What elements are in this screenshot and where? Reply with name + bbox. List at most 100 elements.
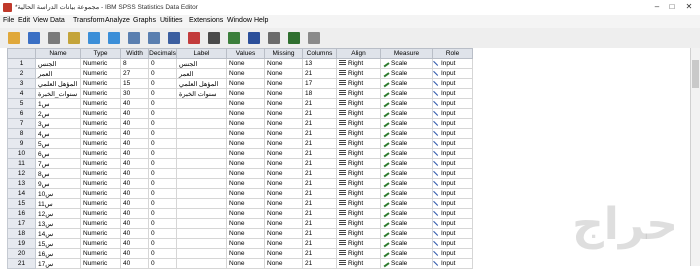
align-cell[interactable]: Right bbox=[336, 258, 381, 269]
columns-cell[interactable]: 21 bbox=[302, 188, 337, 199]
column-header-align[interactable]: Align bbox=[336, 48, 381, 59]
menu-extensions[interactable]: Extensions bbox=[189, 17, 223, 24]
save-icon[interactable] bbox=[26, 30, 42, 46]
name-cell[interactable]: المؤهل العلمي bbox=[35, 78, 81, 89]
row-number-cell[interactable]: 1 bbox=[7, 58, 36, 69]
width-cell[interactable]: 40 bbox=[120, 118, 149, 129]
row-number-cell[interactable]: 21 bbox=[7, 258, 36, 269]
name-cell[interactable]: س16 bbox=[35, 248, 81, 259]
decimals-cell[interactable]: 0 bbox=[148, 208, 177, 219]
role-cell[interactable]: Input bbox=[432, 218, 473, 229]
values-cell[interactable]: None bbox=[226, 248, 265, 259]
name-cell[interactable]: س14 bbox=[35, 228, 81, 239]
type-cell[interactable]: Numeric bbox=[80, 78, 121, 89]
name-cell[interactable]: س5 bbox=[35, 138, 81, 149]
missing-cell[interactable]: None bbox=[264, 88, 303, 99]
decimals-cell[interactable]: 0 bbox=[148, 258, 177, 269]
row-number-cell[interactable]: 4 bbox=[7, 88, 36, 99]
values-cell[interactable]: None bbox=[226, 108, 265, 119]
role-cell[interactable]: Input bbox=[432, 158, 473, 169]
close-button[interactable]: ✕ bbox=[684, 2, 694, 12]
align-cell[interactable]: Right bbox=[336, 68, 381, 79]
values-cell[interactable]: None bbox=[226, 78, 265, 89]
split-file-icon[interactable] bbox=[226, 30, 242, 46]
decimals-cell[interactable]: 0 bbox=[148, 238, 177, 249]
align-cell[interactable]: Right bbox=[336, 168, 381, 179]
row-number-cell[interactable]: 9 bbox=[7, 138, 36, 149]
scrollbar-thumb[interactable] bbox=[692, 60, 699, 88]
name-cell[interactable]: الجنس bbox=[35, 58, 81, 69]
values-cell[interactable]: None bbox=[226, 68, 265, 79]
row-number-cell[interactable]: 12 bbox=[7, 168, 36, 179]
width-cell[interactable]: 40 bbox=[120, 258, 149, 269]
column-header-label[interactable]: Label bbox=[176, 48, 227, 59]
values-cell[interactable]: None bbox=[226, 158, 265, 169]
row-number-cell[interactable]: 10 bbox=[7, 148, 36, 159]
role-cell[interactable]: Input bbox=[432, 238, 473, 249]
label-cell[interactable]: سنوات الخبرة bbox=[176, 88, 227, 99]
decimals-cell[interactable]: 0 bbox=[148, 148, 177, 159]
undo-icon[interactable] bbox=[86, 30, 102, 46]
align-cell[interactable]: Right bbox=[336, 98, 381, 109]
measure-cell[interactable]: Scale bbox=[380, 258, 433, 269]
row-number-cell[interactable]: 8 bbox=[7, 128, 36, 139]
type-cell[interactable]: Numeric bbox=[80, 68, 121, 79]
name-cell[interactable]: س2 bbox=[35, 108, 81, 119]
measure-cell[interactable]: Scale bbox=[380, 68, 433, 79]
row-number-cell[interactable]: 7 bbox=[7, 118, 36, 129]
columns-cell[interactable]: 17 bbox=[302, 78, 337, 89]
measure-cell[interactable]: Scale bbox=[380, 218, 433, 229]
columns-cell[interactable]: 21 bbox=[302, 68, 337, 79]
align-cell[interactable]: Right bbox=[336, 138, 381, 149]
missing-cell[interactable]: None bbox=[264, 98, 303, 109]
width-cell[interactable]: 40 bbox=[120, 248, 149, 259]
role-cell[interactable]: Input bbox=[432, 228, 473, 239]
menu-data[interactable]: Data bbox=[50, 17, 65, 24]
weight-cases-icon[interactable] bbox=[246, 30, 262, 46]
width-cell[interactable]: 40 bbox=[120, 198, 149, 209]
measure-cell[interactable]: Scale bbox=[380, 248, 433, 259]
label-cell[interactable] bbox=[176, 158, 227, 169]
select-cases-icon[interactable] bbox=[266, 30, 282, 46]
values-cell[interactable]: None bbox=[226, 148, 265, 159]
align-cell[interactable]: Right bbox=[336, 248, 381, 259]
missing-cell[interactable]: None bbox=[264, 198, 303, 209]
align-cell[interactable]: Right bbox=[336, 238, 381, 249]
type-cell[interactable]: Numeric bbox=[80, 258, 121, 269]
label-cell[interactable] bbox=[176, 168, 227, 179]
row-number-cell[interactable]: 5 bbox=[7, 98, 36, 109]
align-cell[interactable]: Right bbox=[336, 218, 381, 229]
row-number-cell[interactable]: 17 bbox=[7, 218, 36, 229]
column-header-values[interactable]: Values bbox=[226, 48, 265, 59]
align-cell[interactable]: Right bbox=[336, 188, 381, 199]
menu-edit[interactable]: Edit bbox=[18, 17, 30, 24]
missing-cell[interactable]: None bbox=[264, 108, 303, 119]
values-cell[interactable]: None bbox=[226, 98, 265, 109]
label-cell[interactable] bbox=[176, 258, 227, 269]
type-cell[interactable]: Numeric bbox=[80, 118, 121, 129]
menu-graphs[interactable]: Graphs bbox=[133, 17, 156, 24]
variables-icon[interactable] bbox=[166, 30, 182, 46]
type-cell[interactable]: Numeric bbox=[80, 208, 121, 219]
align-cell[interactable]: Right bbox=[336, 128, 381, 139]
type-cell[interactable]: Numeric bbox=[80, 228, 121, 239]
values-cell[interactable]: None bbox=[226, 228, 265, 239]
label-cell[interactable] bbox=[176, 148, 227, 159]
decimals-cell[interactable]: 0 bbox=[148, 138, 177, 149]
values-cell[interactable]: None bbox=[226, 118, 265, 129]
values-cell[interactable]: None bbox=[226, 168, 265, 179]
name-cell[interactable]: س1 bbox=[35, 98, 81, 109]
width-cell[interactable]: 40 bbox=[120, 178, 149, 189]
width-cell[interactable]: 40 bbox=[120, 128, 149, 139]
columns-cell[interactable]: 13 bbox=[302, 58, 337, 69]
columns-cell[interactable]: 21 bbox=[302, 238, 337, 249]
role-cell[interactable]: Input bbox=[432, 198, 473, 209]
decimals-cell[interactable]: 0 bbox=[148, 98, 177, 109]
values-cell[interactable]: None bbox=[226, 138, 265, 149]
row-number-cell[interactable]: 15 bbox=[7, 198, 36, 209]
width-cell[interactable]: 30 bbox=[120, 88, 149, 99]
columns-cell[interactable]: 21 bbox=[302, 248, 337, 259]
name-cell[interactable]: سنوات_الخبرة bbox=[35, 88, 81, 99]
menu-window[interactable]: Window bbox=[227, 17, 252, 24]
align-cell[interactable]: Right bbox=[336, 118, 381, 129]
